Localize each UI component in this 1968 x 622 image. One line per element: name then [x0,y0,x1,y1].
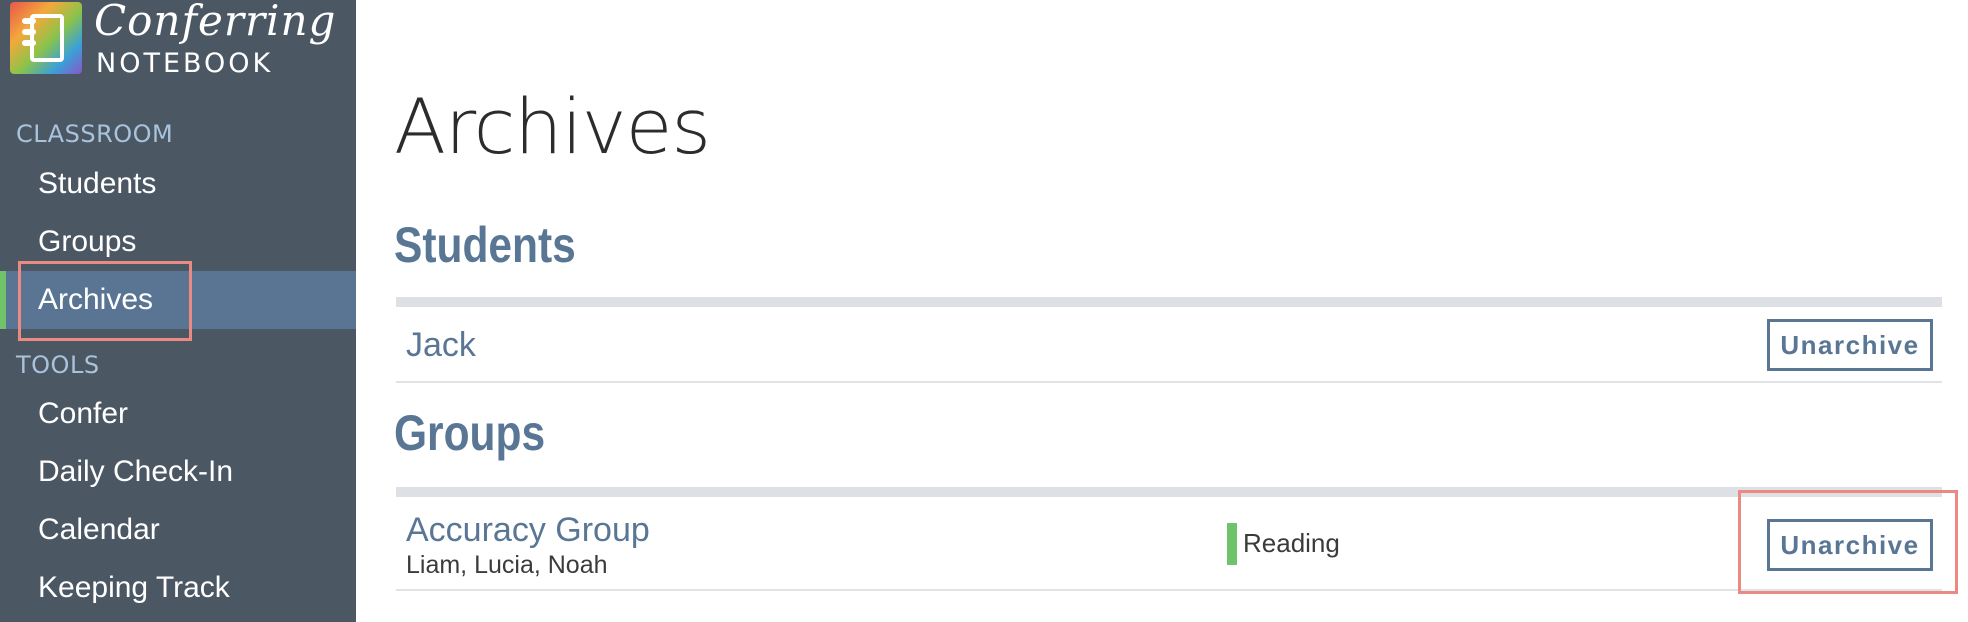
groups-heading: Groups [394,405,546,461]
logo-title: Conferring [94,0,337,45]
group-subject: Reading [1243,528,1340,558]
unarchive-group-button[interactable]: Unarchive [1767,519,1933,571]
groups-table-header [396,487,1942,497]
students-table-header [396,297,1942,307]
app-logo[interactable]: Conferring NOTEBOOK [10,0,340,80]
sidebar-item-groups[interactable]: Groups [0,213,356,271]
page-title: Archives [394,82,711,171]
students-heading: Students [394,217,576,273]
sidebar-item-confer[interactable]: Confer [0,385,356,443]
row-divider [396,381,1942,383]
subject-color-indicator [1227,523,1237,565]
logo-subtitle: NOTEBOOK [96,48,274,79]
sidebar-item-students[interactable]: Students [0,155,356,213]
row-divider [396,589,1942,591]
sidebar-item-daily-check-in[interactable]: Daily Check-In [0,443,356,501]
sidebar-section-classroom: CLASSROOM [16,120,174,148]
sidebar-item-archives[interactable]: Archives [0,271,356,329]
sidebar: Conferring NOTEBOOK CLASSROOM Students G… [0,0,356,622]
sidebar-item-keeping-track[interactable]: Keeping Track [0,559,356,617]
unarchive-student-button[interactable]: Unarchive [1767,319,1933,371]
group-name-accuracy-group[interactable]: Accuracy Group [406,511,650,550]
sidebar-section-tools: TOOLS [16,351,100,379]
notebook-logo-icon [10,2,82,74]
student-name-jack[interactable]: Jack [406,326,476,365]
sidebar-item-calendar[interactable]: Calendar [0,501,356,559]
group-members: Liam, Lucia, Noah [406,551,608,579]
